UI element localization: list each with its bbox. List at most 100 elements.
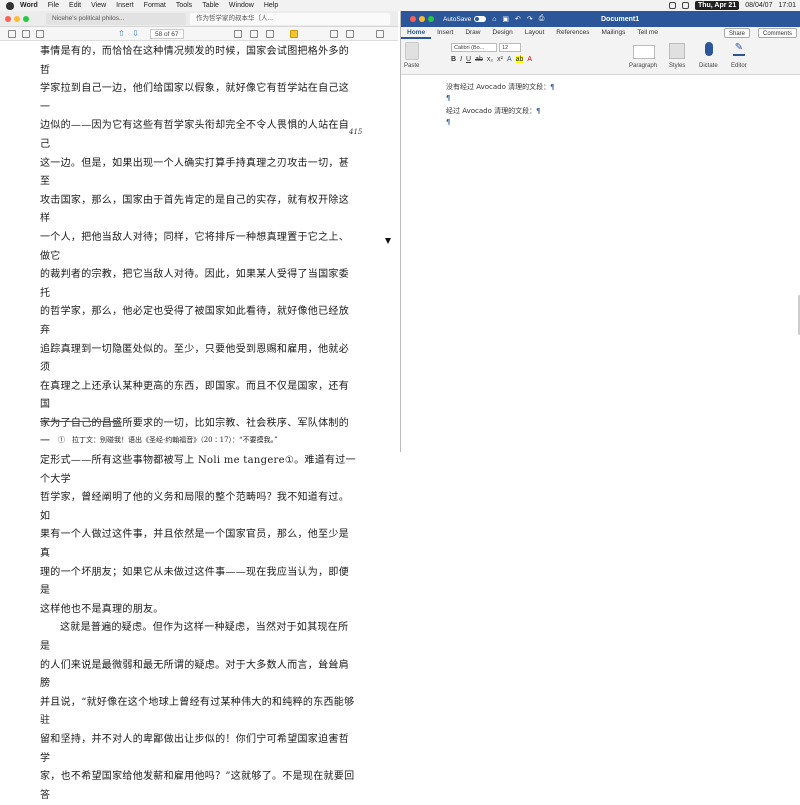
- apple-icon[interactable]: [6, 1, 14, 10]
- dictate-label: Dictate: [699, 63, 718, 69]
- font-color-icon[interactable]: A: [527, 56, 532, 63]
- pdf-line: 追踪真理到一切隐匿处似的。至少，只要他受到恩赐和雇用，他就必须: [40, 343, 349, 374]
- bold-icon[interactable]: B: [451, 56, 456, 63]
- more-icon[interactable]: [376, 30, 384, 38]
- editor-icon[interactable]: ✎: [733, 42, 745, 56]
- zoom-in-icon[interactable]: [36, 30, 44, 38]
- sidebar-toggle-icon[interactable]: [8, 30, 16, 38]
- zoom-window-icon[interactable]: [428, 16, 434, 22]
- document-body[interactable]: 没有经过 Avocado 清理的文段：¶ ¶ 经过 Avocado 清理的文段：…: [401, 75, 800, 452]
- pdf-line: 哲学家，曾经阐明了他的义务和局限的整个范畴吗？我不知道有过。如: [40, 492, 349, 522]
- close-window-icon[interactable]: [5, 15, 11, 22]
- close-window-icon[interactable]: [410, 16, 416, 22]
- menu-edit[interactable]: Edit: [69, 2, 81, 9]
- tab-layout[interactable]: Layout: [519, 27, 551, 39]
- highlight-color-icon[interactable]: ab: [515, 56, 524, 63]
- pilcrow-mark: ¶: [550, 83, 555, 91]
- redo-icon[interactable]: ↷: [527, 15, 533, 23]
- select-icon[interactable]: [250, 30, 258, 38]
- tab-home[interactable]: Home: [401, 27, 432, 39]
- pdf-line: 并且说，“就好像在这个地球上曾经有过某种伟大的和纯粹的东西能够驻: [40, 696, 355, 727]
- save-icon[interactable]: ▣: [502, 15, 509, 23]
- ribbon-home: Paste Calibri (Bo... 12 B I U ab x₂ x² A…: [401, 39, 800, 75]
- paragraph-icon[interactable]: [633, 45, 655, 59]
- tab-references[interactable]: References: [550, 27, 595, 39]
- prev-page-icon[interactable]: ⇧: [118, 29, 125, 38]
- footnote-divider: [40, 421, 120, 422]
- pdf-toolbar: ⇧ ⇩ 58 of 67: [0, 27, 398, 41]
- page-indicator[interactable]: 58 of 67: [150, 29, 184, 39]
- pdf-reader-window: Nicehe's political philos... 作为哲学家的叔本华（人…: [0, 11, 398, 801]
- word-window: AutoSave ⌂ ▣ ↶ ↷ ⎙ Document1 Home Insert…: [400, 11, 800, 452]
- superscript-icon[interactable]: x²: [497, 56, 503, 63]
- pdf-line: 理的一个坏朋友；如果它从未做过这件事——现在我应当认为，即便是: [40, 566, 349, 597]
- menu-file[interactable]: File: [48, 2, 59, 9]
- wifi-icon[interactable]: [668, 2, 676, 9]
- menu-insert[interactable]: Insert: [116, 2, 134, 9]
- zoom-window-icon[interactable]: [23, 15, 29, 22]
- strikethrough-icon[interactable]: ab: [475, 56, 483, 63]
- menu-window[interactable]: Window: [229, 2, 254, 9]
- tab-insert[interactable]: Insert: [431, 27, 459, 39]
- menu-table[interactable]: Table: [202, 2, 219, 9]
- text-tool-icon[interactable]: [266, 30, 274, 38]
- editor-label: Editor: [731, 63, 747, 69]
- tab-draw[interactable]: Draw: [459, 27, 486, 39]
- highlight-icon[interactable]: [290, 30, 298, 38]
- styles-icon[interactable]: [669, 43, 685, 59]
- menu-format[interactable]: Format: [144, 2, 166, 9]
- pen-icon[interactable]: [234, 30, 242, 38]
- battery-icon[interactable]: [681, 2, 689, 9]
- print-icon[interactable]: ⎙: [539, 15, 545, 23]
- italic-icon[interactable]: I: [460, 56, 462, 63]
- pdf-line: 这就是普遍的疑虑。但作为这样一种疑虑，当然对于如其现在所是: [40, 622, 349, 652]
- doc-line-1[interactable]: 没有经过 Avocado 清理的文段：¶: [446, 82, 555, 92]
- font-size-select[interactable]: 12: [499, 43, 521, 52]
- share-button[interactable]: Share: [723, 28, 750, 38]
- doc-line-1-text[interactable]: 没有经过 Avocado 清理的文段：: [446, 83, 550, 91]
- pdf-line: 果有一个人做过这件事，并且依然是一个国家官员，那么，他至少是真: [40, 529, 349, 560]
- search-icon[interactable]: [346, 30, 354, 38]
- share-icon[interactable]: [330, 30, 338, 38]
- tell-me-search[interactable]: Tell me: [631, 27, 664, 39]
- pdf-line: 边似的——因为它有这些有哲学家头衔却完全不令人畏惧的人站在自己: [40, 120, 349, 150]
- undo-icon[interactable]: ↶: [515, 15, 521, 23]
- styles-label: Styles: [669, 63, 686, 69]
- pdf-line: 的哲学家，那么，他必定也受得了被国家如此看待，就好像他已经放弃: [40, 306, 349, 336]
- subscript-icon[interactable]: x₂: [487, 56, 493, 63]
- mouse-cursor-icon: [385, 238, 391, 244]
- doc-line-2-text[interactable]: 经过 Avocado 清理的文段：: [446, 107, 536, 115]
- word-title-bar: AutoSave ⌂ ▣ ↶ ↷ ⎙ Document1: [401, 11, 800, 27]
- comments-button[interactable]: Comments: [757, 28, 797, 38]
- menu-help[interactable]: Help: [264, 2, 278, 9]
- text-effects-icon[interactable]: A: [507, 56, 512, 63]
- font-name-select[interactable]: Calibri (Bo...: [451, 43, 497, 52]
- next-page-icon[interactable]: ⇩: [132, 29, 139, 38]
- pdf-line: 家，也不希望国家给他发薪和雇用他吗？”这就够了。不是现在就要回答: [40, 771, 355, 801]
- minimize-window-icon[interactable]: [419, 16, 425, 22]
- pdf-tab-2[interactable]: 作为哲学家的叔本华（人...: [190, 13, 390, 25]
- date-badge[interactable]: Thu, Apr 21: [694, 1, 740, 10]
- doc-line-2[interactable]: 经过 Avocado 清理的文段：¶: [446, 106, 541, 116]
- underline-icon[interactable]: U: [466, 56, 471, 63]
- pdf-line: 这一边。但是，如果出现一个人确实打算手持真理之刃攻击一切，甚至: [40, 157, 349, 188]
- pdf-tab-1[interactable]: Nicehe's political philos...: [46, 13, 186, 25]
- menu-tools[interactable]: Tools: [176, 2, 192, 9]
- autosave-toggle[interactable]: [474, 16, 487, 22]
- paste-icon[interactable]: [405, 42, 419, 60]
- minimize-window-icon[interactable]: [14, 15, 20, 22]
- pdf-line: 的裁判者的宗教，把它当敌人对待。因此，如果某人受得了当国家委托: [40, 269, 349, 299]
- zoom-out-icon[interactable]: [22, 30, 30, 38]
- pdf-page-text: 事情是有的，而恰恰在这种情况频发的时候，国家会试图把格外多的哲 学家拉到自己一边…: [40, 43, 356, 805]
- paragraph-label: Paragraph: [629, 63, 658, 69]
- dictate-icon[interactable]: [705, 42, 713, 56]
- menu-word[interactable]: Word: [20, 2, 38, 9]
- margin-page-number: 415: [349, 128, 363, 136]
- home-icon[interactable]: ⌂: [492, 16, 496, 23]
- menu-view[interactable]: View: [91, 2, 106, 9]
- tab-design[interactable]: Design: [487, 27, 519, 39]
- pilcrow-mark: ¶: [446, 94, 451, 102]
- tab-mailings[interactable]: Mailings: [596, 27, 632, 39]
- menubar-time[interactable]: 17:01: [778, 2, 796, 9]
- pdf-line: 这样他也不是真理的朋友。: [40, 603, 164, 615]
